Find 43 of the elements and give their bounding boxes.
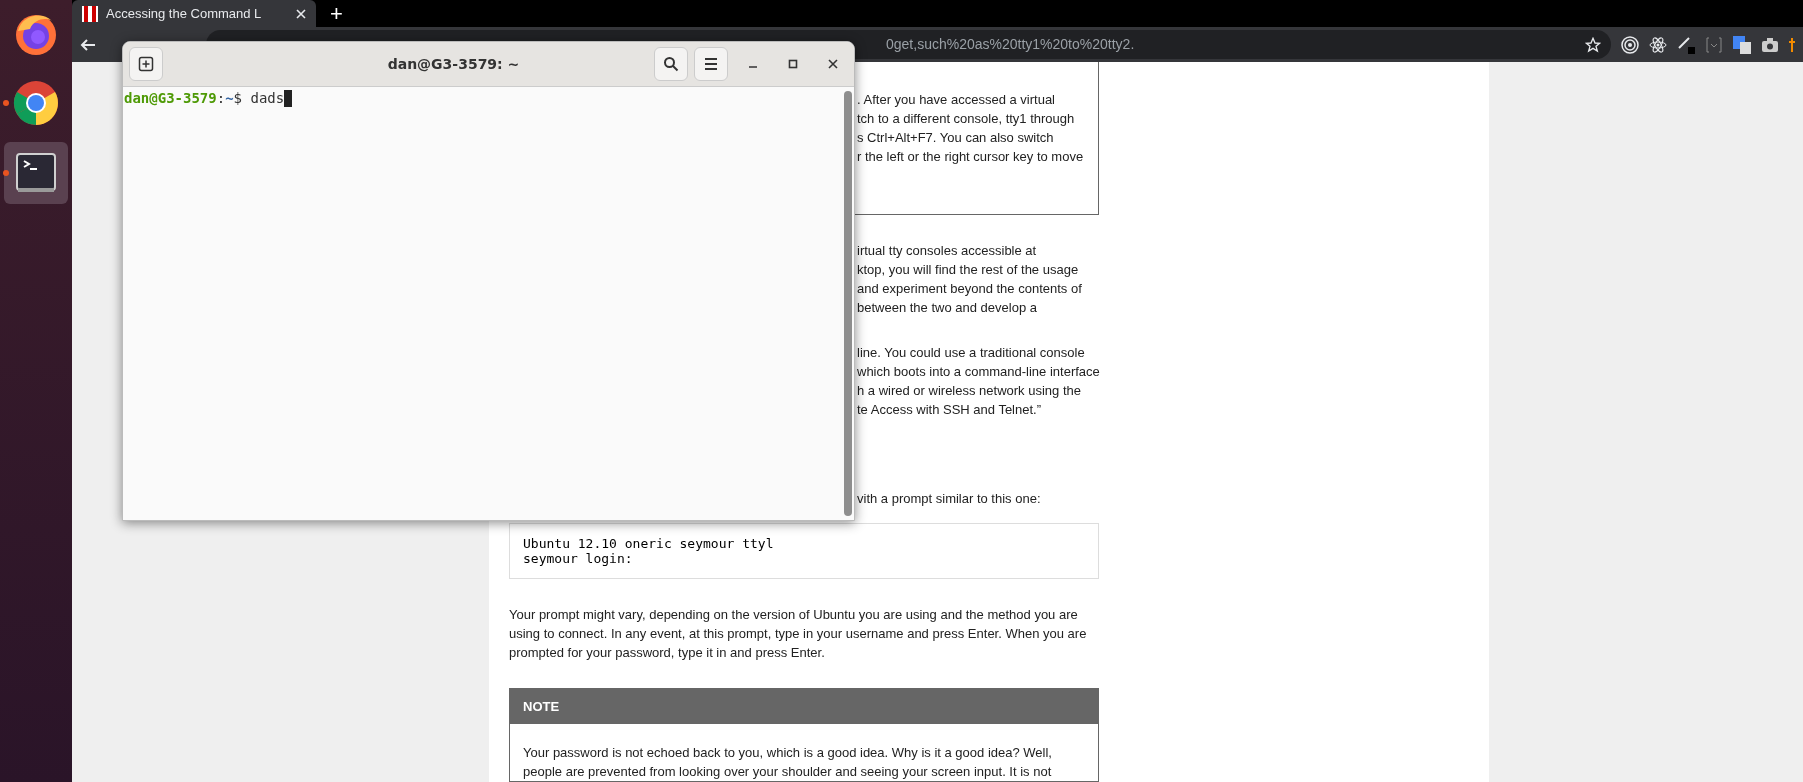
target-icon[interactable] [1621,35,1639,54]
text-line: tch to a different console, tty1 through [857,110,1075,128]
browser-tab[interactable]: Accessing the Command L [72,0,316,27]
code-block: Ubuntu 12.10 oneric seymour ttyl seymour login: [509,523,1099,579]
brackets-icon[interactable] [1705,35,1723,54]
star-icon[interactable] [1585,36,1601,53]
scrollbar[interactable] [844,91,852,516]
site-favicon-icon [82,5,98,22]
text-line: te Access with SSH and Telnet.” [857,401,1042,419]
note-text: Your password is not echoed back to you, which is a good idea. Why is it a good idea? Well, people are prevented from looking over your shoulder and seeing your screen input. It is not [522,744,1053,781]
text-line: and experiment beyond the contents of [857,280,1082,298]
tab-title: Accessing the Command L [106,4,263,23]
back-arrow-icon[interactable] [80,36,96,53]
text-line: vith a prompt similar to this one: [857,490,1041,508]
text-line: which boots into a command-line interface [857,363,1100,381]
text-line: r the left or the right cursor key to move [857,148,1084,166]
menu-icon[interactable] [694,47,728,81]
running-indicator [3,170,9,176]
maximize-icon[interactable] [788,59,798,69]
text-cursor [284,90,293,107]
browser-logo-icon [12,79,60,127]
text-line: s Ctrl+Alt+F7. You can also switch [857,129,1054,147]
close-icon[interactable] [828,59,838,69]
text-line: . After you have accessed a virtual [857,91,1055,109]
text-line: ktop, you will find the rest of the usage [857,261,1079,279]
text-line: line. You could use a traditional console [857,344,1085,362]
text-line: irtual tty consoles accessible at [857,242,1037,260]
translate-icon[interactable] [1733,35,1751,54]
paragraph: Your prompt might vary, depending on the version of Ubuntu you are using and the method you are using to connect. In any event, at this prompt, type in your username and press Enter. When you are prompted for your password, type it in and press Enter. [509,606,1088,662]
search-icon[interactable] [654,47,688,81]
new-tab-icon[interactable] [129,47,163,81]
camera-icon[interactable] [1761,36,1779,53]
terminal-icon [16,153,56,193]
terminal-prompt-line: dan@G3-3579:~$ dads [124,90,285,107]
text-line: h a wired or wireless network using the [857,382,1081,400]
dock-item[interactable] [4,142,68,204]
note-title: NOTE [510,689,1098,724]
text-line: between the two and develop a [857,299,1037,317]
atom-icon[interactable] [1649,35,1667,54]
new-tab-button[interactable]: + [330,0,343,27]
running-indicator [3,100,9,106]
pen-icon[interactable] [1677,35,1695,54]
url-text: 0get,such%20as%20tty1%20to%20tty2. [886,35,1136,54]
